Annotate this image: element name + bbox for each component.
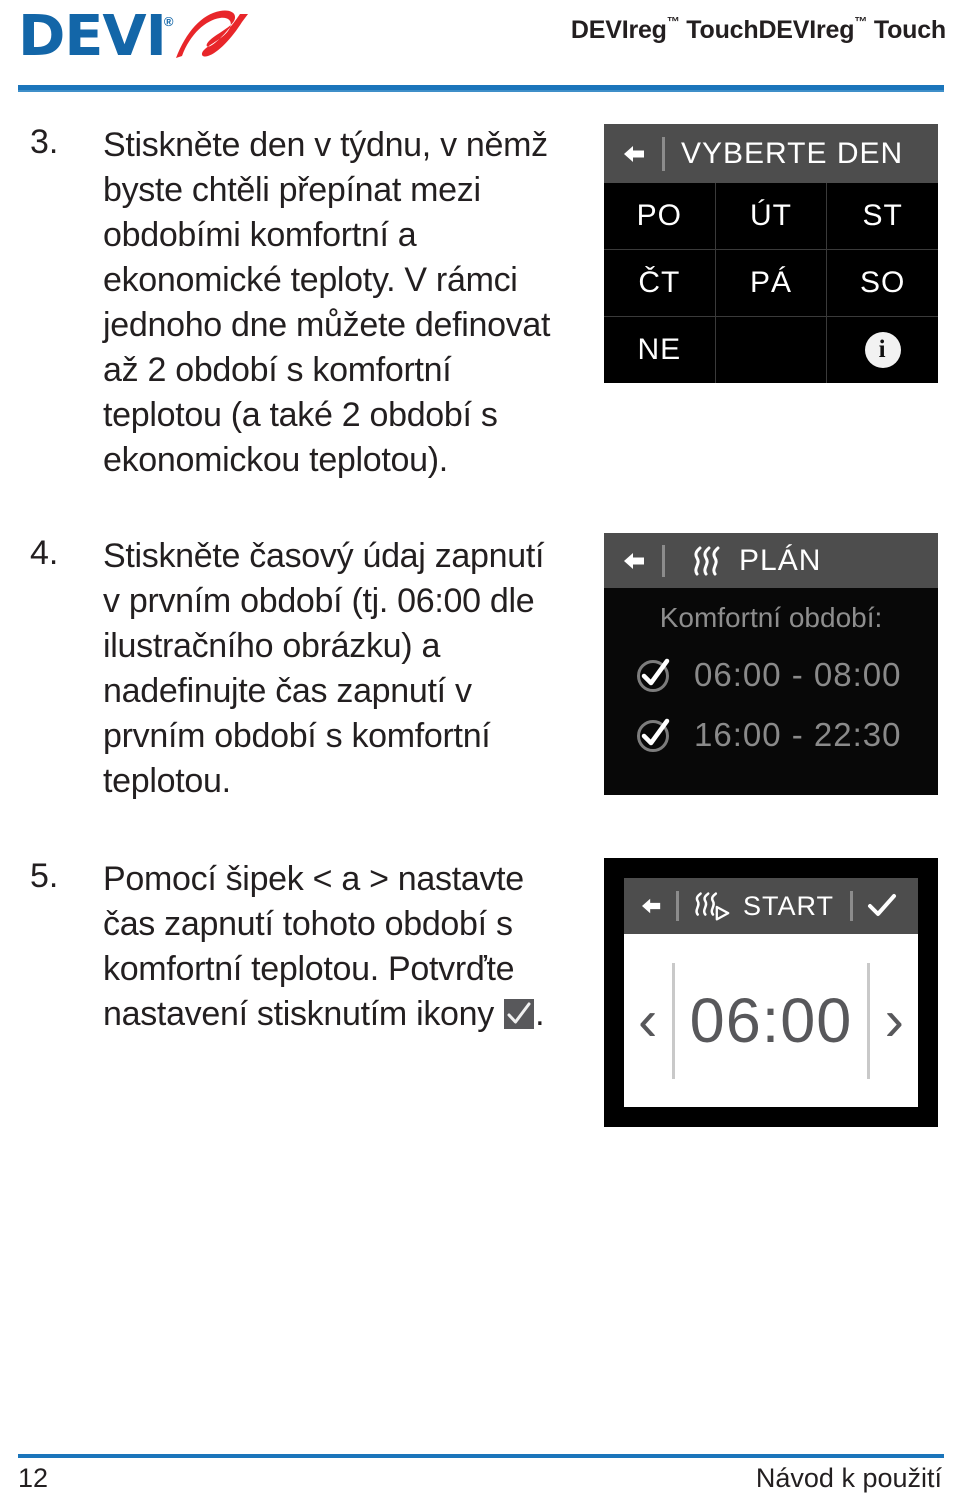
devi-swoosh-logo-icon xyxy=(175,9,254,69)
chevron-right-icon[interactable]: › xyxy=(885,991,904,1050)
left-arrow-icon[interactable] xyxy=(622,550,648,572)
start-screen-inner: START ‹ 06:00 › xyxy=(624,878,918,1107)
screen-select-day: VYBERTE DEN PO ÚT ST ČT PÁ SO NE i xyxy=(604,124,938,383)
checkmark-icon[interactable] xyxy=(867,893,897,919)
day-grid: PO ÚT ST ČT PÁ SO NE i xyxy=(604,183,938,383)
picker-divider-left xyxy=(672,962,675,1079)
info-button[interactable]: i xyxy=(827,317,938,383)
start-time-value[interactable]: 06:00 xyxy=(690,985,853,1057)
footer-divider xyxy=(18,1454,944,1458)
topbar-separator xyxy=(662,136,665,171)
topbar-separator xyxy=(662,544,665,577)
step-5-text-before: Pomocí šipek < a > nastavte čas zapnutí … xyxy=(103,860,524,1033)
step-5-text: Pomocí šipek < a > nastavte čas zapnutí … xyxy=(103,857,568,1037)
day-cell-ne[interactable]: NE xyxy=(604,317,715,383)
day-cell-st[interactable]: ST xyxy=(827,183,938,249)
day-cell-po[interactable]: PO xyxy=(604,183,715,249)
info-icon: i xyxy=(864,332,901,368)
select-day-topbar: VYBERTE DEN xyxy=(604,124,938,183)
day-cell-ut[interactable]: ÚT xyxy=(715,183,827,249)
topbar-separator-2 xyxy=(850,891,854,921)
left-arrow-icon[interactable] xyxy=(640,896,664,916)
checkmark-circle-icon[interactable] xyxy=(634,716,672,754)
heat-waves-icon xyxy=(691,546,725,576)
topbar-separator xyxy=(676,891,679,921)
plan-period-row[interactable]: 16:00 - 22:30 xyxy=(604,716,938,754)
confirm-checkmark-icon xyxy=(504,999,535,1029)
manual-page: DEVI ® DEVIreg™ TouchDEVIreg™ Touch 3. S… xyxy=(0,0,960,1501)
plan-topbar: PLÁN xyxy=(604,533,938,588)
page-number: 12 xyxy=(18,1463,49,1493)
page-header: DEVI ® DEVIreg™ TouchDEVIreg™ Touch xyxy=(0,0,960,92)
select-day-title: VYBERTE DEN xyxy=(681,136,904,170)
day-cell-empty xyxy=(715,317,827,383)
start-title: START xyxy=(743,890,835,921)
step-3-text: Stiskněte den v týdnu, v němž byste chtě… xyxy=(103,126,551,479)
plan-body: Komfortní období: 06:00 - 08:00 16:00 - … xyxy=(604,588,938,795)
picker-divider-right xyxy=(867,962,870,1079)
chevron-left-icon[interactable]: ‹ xyxy=(638,991,657,1050)
document-title: Návod k použití xyxy=(755,1463,942,1493)
step-4-number: 4. xyxy=(30,534,59,572)
checkmark-circle-icon[interactable] xyxy=(634,656,672,694)
plan-period-row[interactable]: 06:00 - 08:00 xyxy=(604,656,938,694)
plan-title: PLÁN xyxy=(739,543,822,577)
step-5-text-after: . xyxy=(535,995,545,1033)
start-topbar: START xyxy=(624,878,918,934)
devi-logo-text: DEVI xyxy=(18,4,167,69)
day-cell-so[interactable]: SO xyxy=(827,250,938,316)
plan-period-time: 16:00 - 22:30 xyxy=(694,716,902,753)
devi-logo: DEVI ® xyxy=(18,8,254,66)
left-arrow-icon[interactable] xyxy=(622,143,648,165)
day-cell-pa[interactable]: PÁ xyxy=(715,250,827,316)
step-3-number: 3. xyxy=(30,123,59,161)
product-title: DEVIreg™ TouchDEVIreg™ Touch xyxy=(570,13,946,45)
day-cell-ct[interactable]: ČT xyxy=(604,250,715,316)
plan-period-time: 06:00 - 08:00 xyxy=(694,656,902,693)
header-divider xyxy=(18,85,944,92)
heat-waves-play-icon xyxy=(693,891,733,921)
product-title-text: DEVIreg™ TouchDEVIreg™ Touch xyxy=(570,13,946,44)
comfort-period-label: Komfortní období: xyxy=(659,602,883,633)
step-4-text: Stiskněte časový údaj zapnutí v prvním o… xyxy=(103,537,545,800)
start-time-picker: ‹ 06:00 › xyxy=(624,934,918,1107)
step-5-number: 5. xyxy=(30,857,59,895)
registered-mark: ® xyxy=(163,13,174,29)
screen-plan: PLÁN Komfortní období: 06:00 - 08:00 16:… xyxy=(604,533,938,795)
screen-start: START ‹ 06:00 › xyxy=(604,858,938,1127)
